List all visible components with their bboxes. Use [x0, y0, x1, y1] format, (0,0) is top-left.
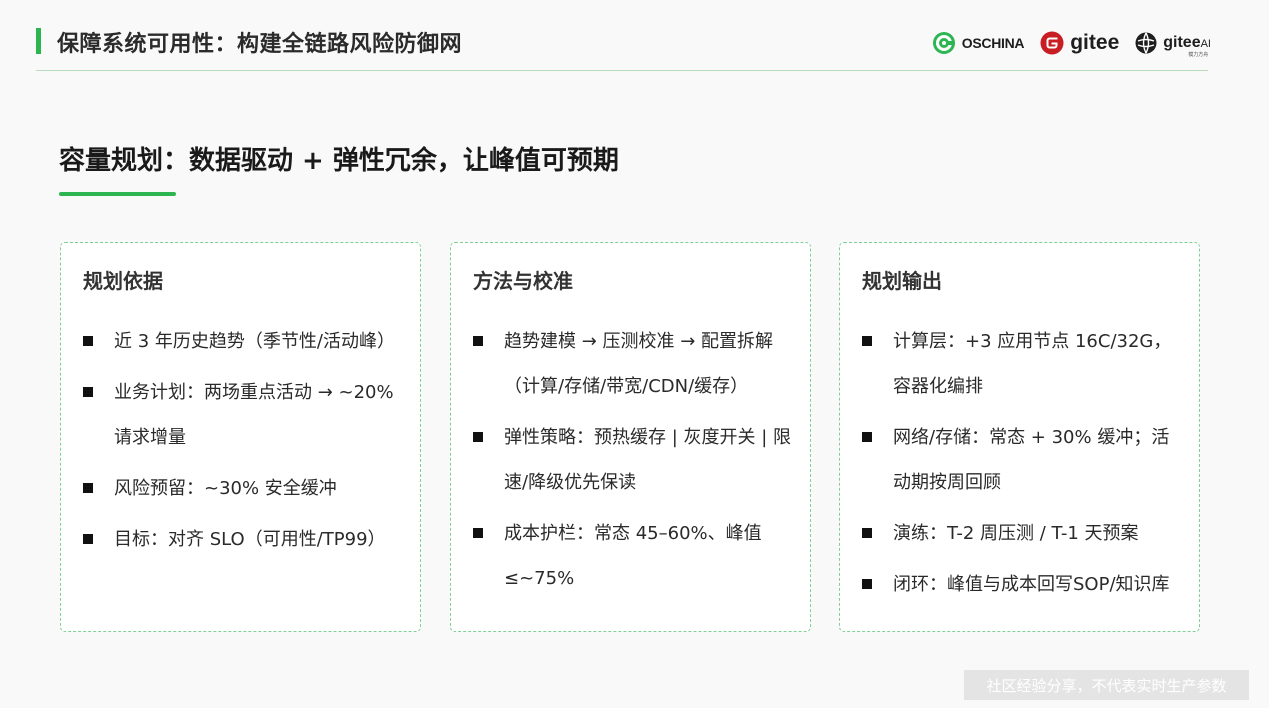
square-bullet-icon: [473, 336, 483, 346]
list-item-text: 计算层：+3 应用节点 16C/32G，容器化编排: [893, 331, 1172, 397]
list-item-text: 闭环：峰值与成本回写SOP/知识库: [893, 574, 1170, 595]
gitee-ai-tagline: 模力方舟: [1188, 52, 1209, 58]
square-bullet-icon: [83, 336, 93, 346]
card-planning-output: 规划输出 计算层：+3 应用节点 16C/32G，容器化编排 网络/存储：常态 …: [839, 242, 1200, 632]
gitee-ai-name: gitee: [1163, 34, 1201, 51]
square-bullet-icon: [862, 336, 872, 346]
list-item-text: 成本护栏：常态 45–60%、峰值 ≤~75%: [504, 523, 762, 589]
gitee-ai-logo: giteeAI 模力方舟: [1135, 32, 1211, 58]
square-bullet-icon: [862, 432, 872, 442]
globe-icon: [1135, 32, 1157, 54]
list-item: 网络/存储：常态 + 30% 缓冲；活动期按周回顾: [862, 415, 1181, 505]
slide-title: 容量规划：数据驱动 + 弹性冗余，让峰值可预期: [59, 146, 619, 176]
header-accent-bar: [36, 28, 41, 54]
square-bullet-icon: [862, 579, 872, 589]
square-bullet-icon: [83, 387, 93, 397]
gitee-wordmark: gitee: [1070, 31, 1120, 54]
square-bullet-icon: [473, 528, 483, 538]
oschina-wordmark: OSCHINA: [961, 35, 1025, 51]
list-item: 弹性策略：预热缓存 | 灰度开关 | 限速/降级优先保读: [473, 415, 792, 505]
oschina-icon: [932, 32, 955, 54]
oschina-logo: OSCHINA: [932, 31, 1025, 55]
card-method-calibration: 方法与校准 趋势建模 → 压测校准 → 配置拆解（计算/存储/带宽/CDN/缓存…: [450, 242, 811, 632]
list-item: 近 3 年历史趋势（季节性/活动峰）: [83, 319, 402, 364]
list-item: 风险预留：~30% 安全缓冲: [83, 466, 402, 511]
gitee-icon: [1040, 31, 1064, 55]
card-list: 趋势建模 → 压测校准 → 配置拆解（计算/存储/带宽/CDN/缓存） 弹性策略…: [473, 319, 792, 607]
list-item-text: 风险预留：~30% 安全缓冲: [114, 478, 337, 499]
list-item: 成本护栏：常态 45–60%、峰值 ≤~75%: [473, 511, 792, 601]
partner-logos: OSCHINA gitee giteeAI 模力方舟: [932, 28, 1211, 58]
title-underline: [59, 192, 176, 196]
card-planning-basis: 规划依据 近 3 年历史趋势（季节性/活动峰） 业务计划：两场重点活动 → ~2…: [60, 242, 421, 632]
square-bullet-icon: [473, 432, 483, 442]
card-title: 规划输出: [862, 269, 942, 293]
list-item: 闭环：峰值与成本回写SOP/知识库: [862, 562, 1181, 607]
card-list: 近 3 年历史趋势（季节性/活动峰） 业务计划：两场重点活动 → ~20% 请求…: [83, 319, 402, 568]
gitee-ai-wordmark: giteeAI: [1163, 34, 1211, 52]
card-title: 规划依据: [83, 269, 163, 293]
square-bullet-icon: [83, 534, 93, 544]
list-item: 目标：对齐 SLO（可用性/TP99）: [83, 517, 402, 562]
page-title: 保障系统可用性：构建全链路风险防御网: [57, 32, 463, 57]
list-item-text: 弹性策略：预热缓存 | 灰度开关 | 限速/降级优先保读: [504, 427, 792, 493]
square-bullet-icon: [83, 483, 93, 493]
list-item-text: 网络/存储：常态 + 30% 缓冲；活动期按周回顾: [893, 427, 1170, 493]
list-item: 计算层：+3 应用节点 16C/32G，容器化编排: [862, 319, 1181, 409]
card-title: 方法与校准: [473, 269, 573, 293]
gitee-ai-suffix: AI: [1200, 38, 1211, 50]
header-divider: [36, 70, 1208, 71]
list-item-text: 趋势建模 → 压测校准 → 配置拆解（计算/存储/带宽/CDN/缓存）: [504, 331, 774, 397]
disclaimer-badge: 社区经验分享，不代表实时生产参数: [964, 670, 1249, 700]
gitee-logo: gitee: [1040, 31, 1119, 55]
card-list: 计算层：+3 应用节点 16C/32G，容器化编排 网络/存储：常态 + 30%…: [862, 319, 1181, 613]
list-item-text: 演练：T-2 周压测 / T-1 天预案: [893, 523, 1139, 544]
list-item-text: 近 3 年历史趋势（季节性/活动峰）: [114, 331, 395, 352]
list-item-text: 业务计划：两场重点活动 → ~20% 请求增量: [114, 382, 394, 448]
square-bullet-icon: [862, 528, 872, 538]
list-item-text: 目标：对齐 SLO（可用性/TP99）: [114, 529, 386, 550]
list-item: 业务计划：两场重点活动 → ~20% 请求增量: [83, 370, 402, 460]
list-item: 演练：T-2 周压测 / T-1 天预案: [862, 511, 1181, 556]
list-item: 趋势建模 → 压测校准 → 配置拆解（计算/存储/带宽/CDN/缓存）: [473, 319, 792, 409]
